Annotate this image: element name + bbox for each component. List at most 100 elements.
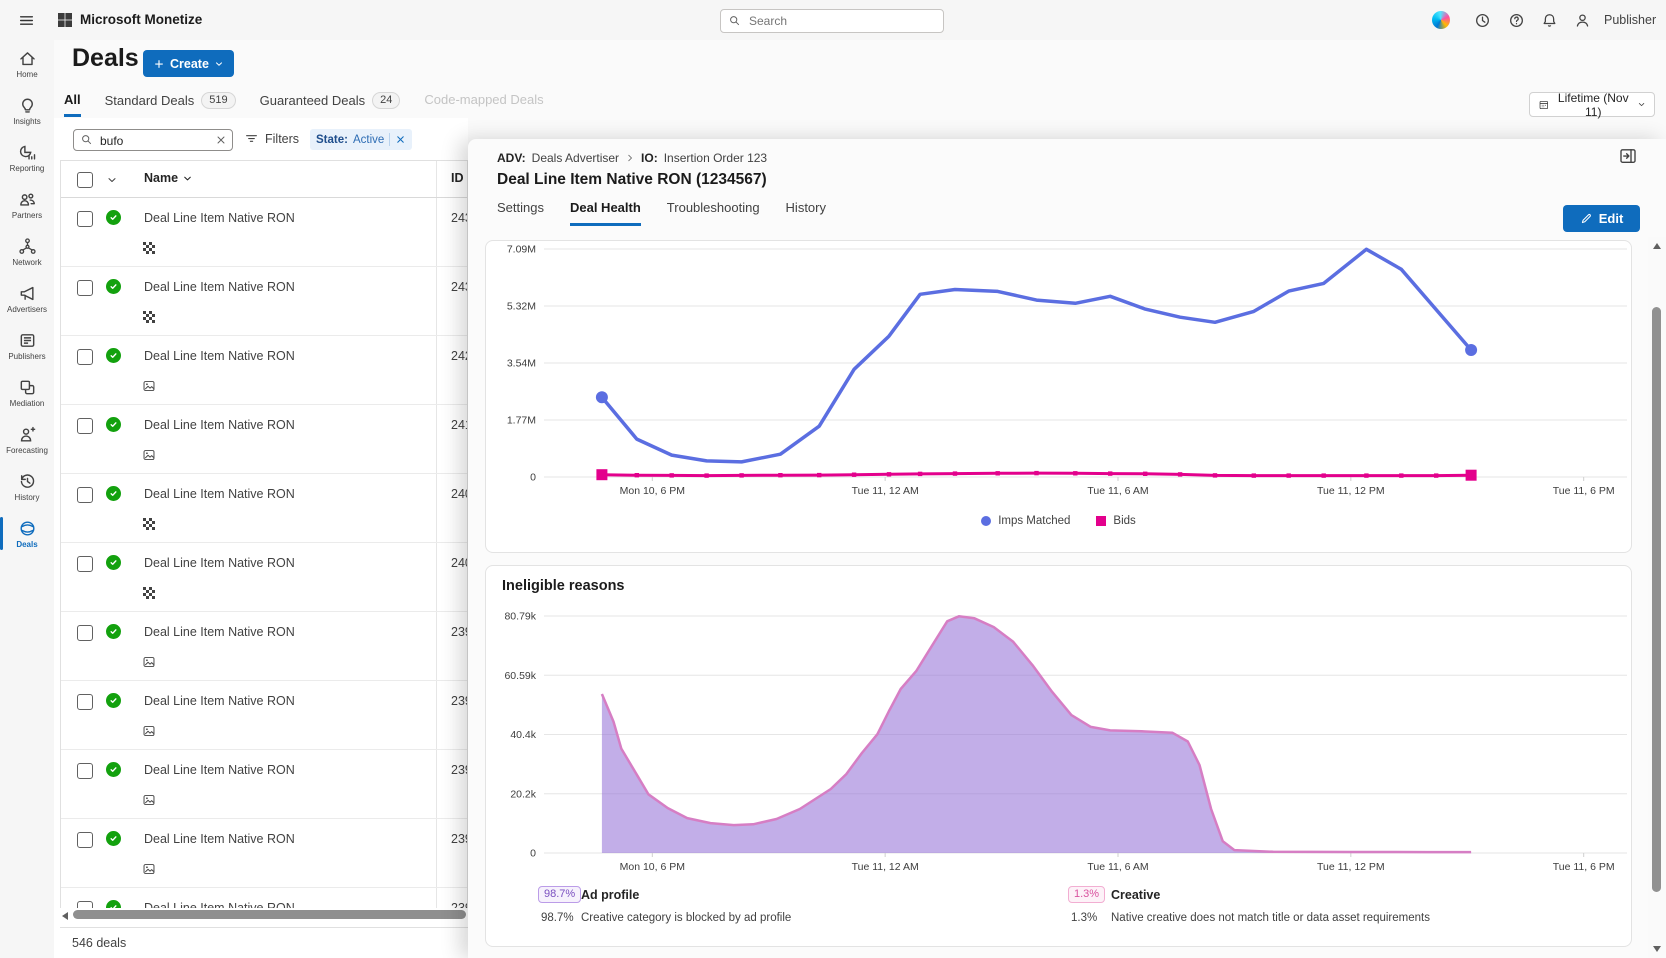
status-active-icon	[106, 693, 121, 708]
deal-name: Deal Line Item Native RON	[144, 487, 295, 501]
row-checkbox[interactable]	[77, 487, 93, 503]
sidebar-item-label: Reporting	[10, 164, 45, 173]
copilot-icon[interactable]	[1432, 11, 1450, 29]
table-row[interactable]: Deal Line Item Native RON2390	[61, 681, 467, 750]
clear-search-icon[interactable]	[215, 134, 227, 146]
sidebar-item-label: Advеrtisers	[7, 305, 47, 314]
row-checkbox[interactable]	[77, 625, 93, 641]
legend-item[interactable]: Imps Matched	[981, 515, 1070, 527]
table-row[interactable]: Deal Line Item Native RON 2400	[61, 474, 467, 543]
breadcrumb-io-value[interactable]: Insertion Order 123	[664, 151, 767, 165]
list-search[interactable]	[73, 129, 233, 151]
forecasting-icon	[18, 425, 37, 444]
y-tick-label: 20.2k	[510, 788, 536, 800]
remove-filter-icon[interactable]	[395, 134, 406, 145]
sidebar-item-network[interactable]: Network	[0, 228, 54, 275]
deal-name: Deal Line Item Native RON	[144, 625, 295, 639]
detail-tab-settings[interactable]: Settings	[497, 200, 544, 226]
table-row[interactable]: Deal Line Item Native RON2391	[61, 612, 467, 681]
recent-activity-icon[interactable]	[1474, 12, 1491, 29]
y-tick-label: 3.54M	[507, 358, 536, 370]
row-checkbox[interactable]	[77, 556, 93, 572]
list-search-input[interactable]	[98, 131, 212, 150]
horizontal-scrollbar-thumb[interactable]	[73, 910, 466, 919]
status-active-icon	[106, 210, 121, 225]
vertical-scrollbar-thumb[interactable]	[1652, 307, 1661, 892]
ineligible-stat: 98.7%Ad profile98.7%Creative category is…	[538, 886, 791, 924]
tab-all[interactable]: All	[64, 92, 81, 117]
chip-divider	[389, 133, 390, 146]
sidebar-item-deals[interactable]: Deals	[0, 510, 54, 557]
breadcrumb-adv-value[interactable]: Deals Advertiser	[532, 151, 619, 165]
stat-badge: 98.7%	[538, 886, 581, 903]
table-row[interactable]: Deal Line Item Native RON2400	[61, 543, 467, 612]
chevron-down-icon[interactable]	[106, 174, 118, 186]
top-bar: Microsoft Monetize Publisher	[0, 0, 1666, 40]
y-tick-label: 40.4k	[510, 729, 536, 741]
sidebar-item-mediation[interactable]: Mediation	[0, 369, 54, 416]
legend-swatch	[1096, 516, 1106, 526]
hamburger-menu-icon[interactable]	[18, 12, 35, 29]
breadcrumb: ADV: Deals Advertiser IO: Insertion Orde…	[497, 151, 767, 165]
checker-icon	[143, 518, 155, 530]
edit-button[interactable]: Edit	[1563, 205, 1640, 232]
row-checkbox[interactable]	[77, 280, 93, 296]
deal-name: Deal Line Item Native RON	[144, 211, 295, 225]
stat-category: Creative	[1111, 888, 1430, 902]
sidebar-item-home[interactable]: Home	[0, 40, 54, 87]
image-icon	[143, 725, 155, 737]
deal-id: 2400	[436, 474, 468, 542]
detail-tab-history[interactable]: History	[786, 200, 826, 226]
tab-code-mapped-deals[interactable]: Code-mapped Deals	[424, 92, 543, 117]
row-checkbox[interactable]	[77, 694, 93, 710]
scroll-down-arrow-icon[interactable]	[1653, 946, 1661, 952]
sidebar-item-history[interactable]: History	[0, 463, 54, 510]
ineligible-stat: 1.3%Creative1.3%Native creative does not…	[1068, 886, 1430, 924]
detail-tab-troubleshooting[interactable]: Troubleshooting	[667, 200, 760, 226]
legend-item[interactable]: Bids	[1096, 515, 1135, 527]
table-row[interactable]: Deal Line Item Native RON2434	[61, 267, 467, 336]
table-row[interactable]: Deal Line Item Native RON2390	[61, 750, 467, 819]
sidebar-item-advеrtisers[interactable]: Advеrtisers	[0, 275, 54, 322]
row-checkbox[interactable]	[77, 211, 93, 227]
state-filter-chip[interactable]: State: Active	[310, 129, 412, 150]
deal-name: Deal Line Item Native RON	[144, 901, 295, 908]
detail-tab-deal-health[interactable]: Deal Health	[570, 200, 641, 226]
row-checkbox[interactable]	[77, 901, 93, 908]
sidebar-item-insights[interactable]: Insights	[0, 87, 54, 134]
checker-icon	[143, 587, 155, 599]
tab-guaranteed-deals[interactable]: Guaranteed Deals24	[260, 92, 401, 119]
horizontal-scrollbar[interactable]	[62, 909, 466, 922]
user-account-icon[interactable]	[1574, 12, 1591, 29]
scroll-left-arrow-icon[interactable]	[62, 912, 68, 920]
tab-standard-deals[interactable]: Standard Deals519	[105, 92, 236, 119]
table-row[interactable]: Deal Line Item Native RON2415	[61, 405, 467, 474]
table-row[interactable]: Deal Line Item Native RON2427	[61, 336, 467, 405]
create-button[interactable]: Create	[143, 50, 234, 77]
row-checkbox[interactable]	[77, 832, 93, 848]
sidebar-item-partners[interactable]: Partners	[0, 181, 54, 228]
global-search-input[interactable]	[747, 11, 939, 31]
sidebar-item-reporting[interactable]: Reporting	[0, 134, 54, 181]
global-search[interactable]	[720, 9, 944, 33]
plus-icon	[153, 58, 165, 70]
table-row[interactable]: Deal Line Item Native RON2434	[61, 198, 467, 267]
select-all-checkbox[interactable]	[77, 172, 93, 188]
open-in-full-panel-icon[interactable]	[1618, 146, 1638, 166]
table-row[interactable]: Deal Line Item Native RON2390	[61, 888, 467, 908]
row-checkbox[interactable]	[77, 763, 93, 779]
table-row[interactable]: Deal Line Item Native RON2390	[61, 819, 467, 888]
help-icon[interactable]	[1508, 12, 1525, 29]
row-checkbox[interactable]	[77, 418, 93, 434]
scroll-up-arrow-icon[interactable]	[1653, 243, 1661, 249]
filters-button[interactable]: Filters	[244, 131, 299, 146]
row-checkbox[interactable]	[77, 349, 93, 365]
sidebar-item-publishers[interactable]: Publishers	[0, 322, 54, 369]
column-header-id[interactable]: ID	[436, 161, 464, 197]
deal-id: 2400	[436, 543, 468, 611]
vertical-scrollbar[interactable]	[1648, 237, 1666, 958]
notifications-bell-icon[interactable]	[1541, 12, 1558, 29]
date-range-button[interactable]: Lifetime (Nov 11)	[1529, 92, 1655, 117]
sidebar-item-forecasting[interactable]: Forecasting	[0, 416, 54, 463]
column-header-name[interactable]: Name	[144, 171, 193, 185]
